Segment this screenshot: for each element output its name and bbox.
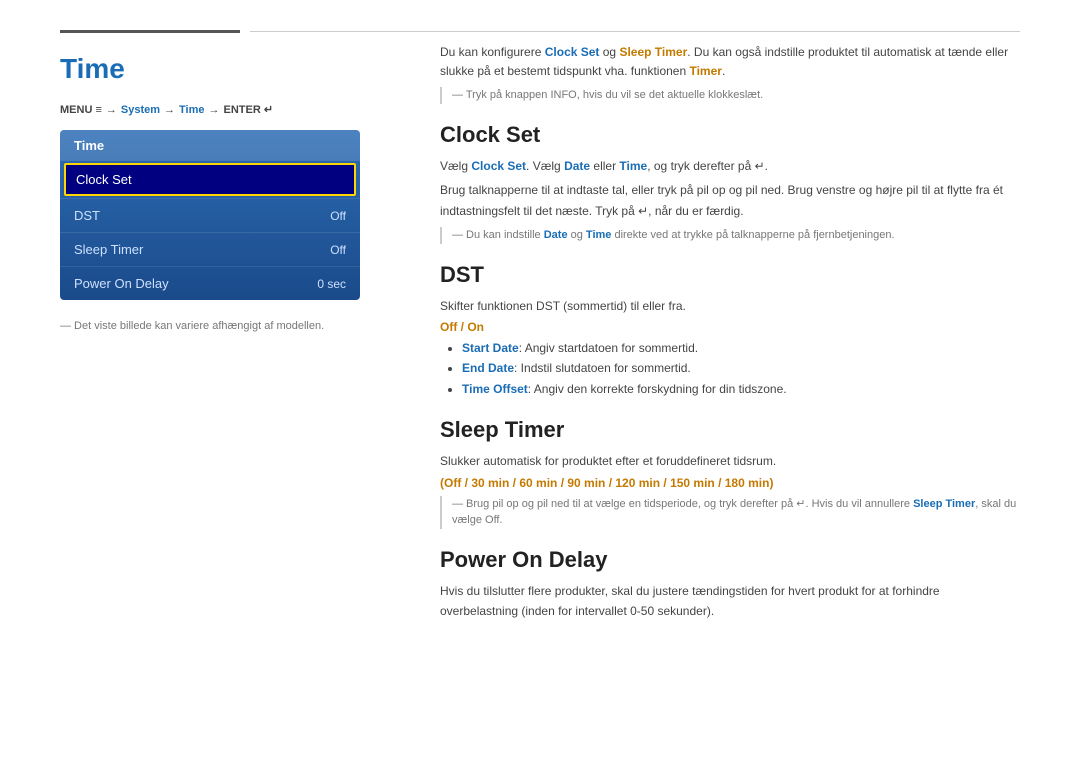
menu-icon: MENU ≡ — [60, 104, 102, 116]
menu-path: MENU ≡ → System → Time → ENTER ↵ — [60, 103, 380, 116]
dst-options-label: Off / On — [440, 320, 1020, 334]
dst-body: Skifter funktionen DST (sommertid) til e… — [440, 296, 1020, 316]
tv-menu-item-powerondelay[interactable]: Power On Delay 0 sec — [60, 266, 360, 300]
tv-menu-item-clockset[interactable]: Clock Set — [64, 163, 356, 196]
powerondelay-body: Hvis du tilslutter flere produkter, skal… — [440, 581, 1020, 622]
left-column: Time MENU ≡ → System → Time → ENTER ↵ Ti… — [60, 43, 400, 763]
section-title-clockset: Clock Set — [440, 122, 1020, 148]
sleeptimer-options: (Off / 30 min / 60 min / 90 min / 120 mi… — [440, 476, 1020, 490]
dst-bullet-timeoffset: Time Offset: Angiv den korrekte forskydn… — [462, 379, 1020, 399]
tv-menu-item-sleeptimer-label: Sleep Timer — [74, 242, 143, 257]
tv-menu-header: Time — [60, 130, 360, 161]
intro-paragraph: Du kan konfigurere Clock Set og Sleep Ti… — [440, 43, 1020, 81]
dst-bullet-startdate: Start Date: Angiv startdatoen for sommer… — [462, 338, 1020, 358]
content-area: Time MENU ≡ → System → Time → ENTER ↵ Ti… — [0, 43, 1080, 763]
top-rule-left — [60, 30, 240, 33]
dst-bullet-list: Start Date: Angiv startdatoen for sommer… — [440, 338, 1020, 399]
top-rule — [0, 30, 1080, 33]
tv-menu-item-dst[interactable]: DST Off — [60, 198, 360, 232]
section-title-dst: DST — [440, 262, 1020, 288]
dst-bullet-enddate: End Date: Indstil slutdatoen for sommert… — [462, 358, 1020, 378]
tv-menu-box: Time Clock Set DST Off Sleep Timer Off — [60, 130, 360, 300]
intro-clockset-ref: Clock Set — [545, 45, 600, 59]
tv-menu-item-dst-value: Off — [330, 209, 346, 223]
tv-menu-item-sleeptimer[interactable]: Sleep Timer Off — [60, 232, 360, 266]
section-title-powerondelay: Power On Delay — [440, 547, 1020, 573]
clockset-body2: Brug talknapperne til at indtaste tal, e… — [440, 180, 1020, 221]
top-rule-right — [250, 31, 1020, 32]
page-title: Time — [60, 53, 380, 85]
clockset-note: ― Du kan indstille Date og Time direkte … — [440, 227, 1020, 244]
tv-menu-item-sleeptimer-value: Off — [330, 243, 346, 257]
clockset-body1: Vælg Clock Set. Vælg Date eller Time, og… — [440, 156, 1020, 176]
intro-timer-ref: Timer — [689, 64, 721, 78]
page-container: Time MENU ≡ → System → Time → ENTER ↵ Ti… — [0, 0, 1080, 763]
sleeptimer-note: ― Brug pil op og pil ned til at vælge en… — [440, 496, 1020, 529]
intro-note: ― Tryk på knappen INFO, hvis du vil se d… — [440, 87, 1020, 104]
left-note: ― Det viste billede kan variere afhængig… — [60, 318, 380, 335]
tv-menu-item-powerondelay-label: Power On Delay — [74, 276, 169, 291]
tv-menu-item-dst-label: DST — [74, 208, 100, 223]
tv-menu-item-powerondelay-value: 0 sec — [317, 277, 346, 291]
sleeptimer-body: Slukker automatisk for produktet efter e… — [440, 451, 1020, 471]
right-column: Du kan konfigurere Clock Set og Sleep Ti… — [400, 43, 1020, 763]
section-title-sleeptimer: Sleep Timer — [440, 417, 1020, 443]
intro-sleeptimer-ref: Sleep Timer — [619, 45, 687, 59]
tv-menu-item-clockset-label: Clock Set — [76, 172, 132, 187]
